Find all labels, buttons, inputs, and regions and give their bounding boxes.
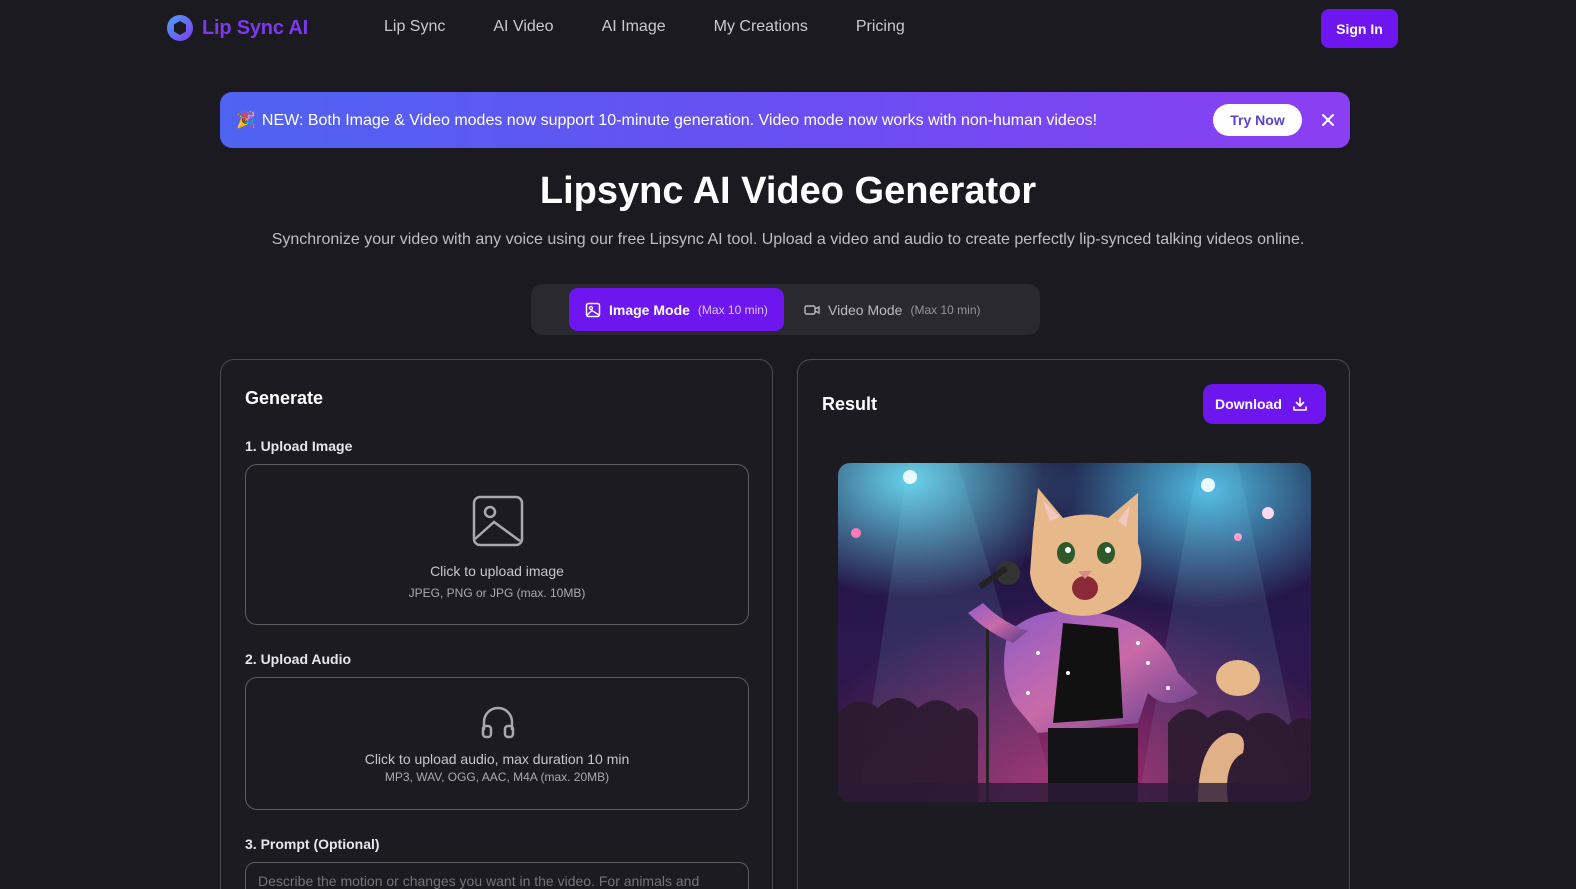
video-camera-icon	[804, 304, 820, 315]
generate-panel: Generate 1. Upload Image Click to upload…	[220, 359, 773, 889]
image-mode-label: Image Mode	[609, 301, 690, 318]
nav-link-pricing[interactable]: Pricing	[856, 18, 905, 36]
top-nav: Lip Sync AI Lip Sync AI Video AI Image M…	[0, 0, 1576, 58]
party-icon: 🎉	[236, 112, 256, 129]
hexagon-ring-icon	[167, 15, 193, 41]
image-mode-limit: (Max 10 min)	[697, 302, 768, 317]
mode-toggle: Image Mode (Max 10 min) Video Mode (Max …	[531, 284, 1040, 335]
announcement-banner: 🎉 NEW: Both Image & Video modes now suppo…	[220, 92, 1350, 148]
result-panel: Result Download	[797, 359, 1350, 889]
upload-image-text: Click to upload image	[430, 563, 564, 579]
download-button[interactable]: Download	[1203, 384, 1326, 424]
tab-image-mode[interactable]: Image Mode (Max 10 min)	[569, 288, 784, 331]
brand-name: Lip Sync AI	[202, 16, 308, 39]
nav-link-lip-sync[interactable]: Lip Sync	[384, 18, 445, 36]
generate-title: Generate	[245, 388, 324, 408]
upload-audio-text: Click to upload audio, max duration 10 m…	[364, 751, 630, 767]
headphones-icon	[481, 706, 515, 739]
prompt-label: 3. Prompt (Optional)	[245, 836, 380, 852]
download-label: Download	[1215, 396, 1282, 412]
image-icon	[472, 495, 524, 547]
nav-link-ai-video[interactable]: AI Video	[493, 18, 553, 36]
result-image	[838, 463, 1311, 802]
close-icon[interactable]	[1318, 110, 1338, 130]
tab-video-mode[interactable]: Video Mode (Max 10 min)	[788, 288, 1018, 331]
result-title: Result	[822, 394, 878, 414]
upload-audio-hint: MP3, WAV, OGG, AAC, M4A (max. 20MB)	[384, 770, 610, 784]
page-subtitle: Synchronize your video with any voice us…	[271, 231, 1305, 248]
banner-text: NEW: Both Image & Video modes now suppor…	[261, 112, 1098, 129]
result-image-art	[838, 463, 1311, 802]
page-title: Lipsync AI Video Generator	[539, 170, 1037, 212]
upload-image-hint: JPEG, PNG or JPG (max. 10MB)	[408, 586, 586, 600]
upload-audio-dropzone[interactable]: Click to upload audio, max duration 10 m…	[245, 677, 749, 810]
upload-image-dropzone[interactable]: Click to upload image JPEG, PNG or JPG (…	[245, 464, 749, 625]
nav-links: Lip Sync AI Video AI Image My Creations …	[384, 18, 953, 36]
brand-logo[interactable]: Lip Sync AI	[166, 14, 308, 42]
nav-link-my-creations[interactable]: My Creations	[714, 18, 808, 36]
sign-in-button[interactable]: Sign In	[1321, 9, 1398, 48]
try-now-button[interactable]: Try Now	[1213, 104, 1302, 136]
nav-link-ai-image[interactable]: AI Image	[602, 18, 666, 36]
prompt-input[interactable]	[245, 862, 749, 889]
upload-audio-label: 2. Upload Audio	[245, 651, 352, 667]
download-icon	[1293, 397, 1307, 411]
image-icon	[585, 302, 601, 317]
banner-message: 🎉 NEW: Both Image & Video modes now suppo…	[236, 110, 1097, 130]
video-mode-label: Video Mode	[828, 301, 903, 318]
upload-image-label: 1. Upload Image	[245, 438, 353, 454]
video-mode-limit: (Max 10 min)	[910, 302, 981, 317]
